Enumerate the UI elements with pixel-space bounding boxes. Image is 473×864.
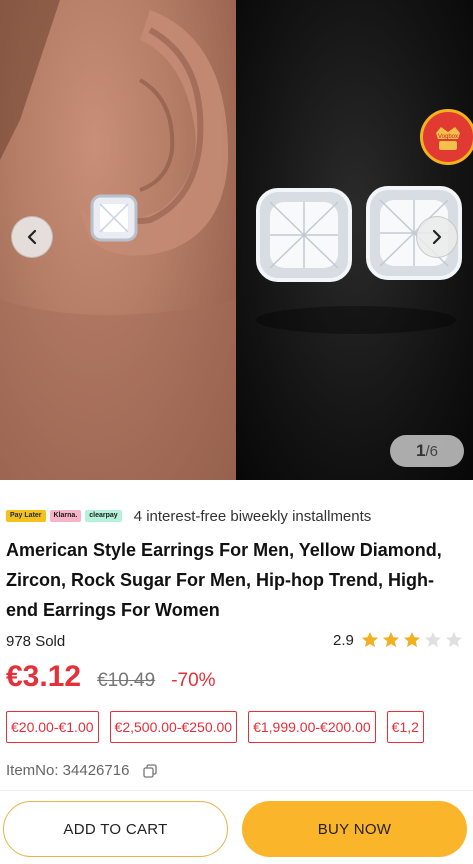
brand-badge-label: Vogbox xyxy=(438,134,458,140)
brand-badge[interactable]: Vogbox xyxy=(420,109,473,165)
paylater-logo: Pay Later xyxy=(6,510,46,522)
coupon-chip[interactable]: €1,2 xyxy=(386,711,424,743)
product-rating[interactable]: 2.9 xyxy=(333,631,463,649)
buy-now-button[interactable]: BUY NOW xyxy=(242,801,467,857)
bottom-action-bar: ADD TO CART BUY NOW xyxy=(0,790,473,864)
sold-count: 978 Sold xyxy=(6,633,66,650)
gallery-page-total: /6 xyxy=(425,442,438,460)
discount-badge: -70% xyxy=(171,670,216,691)
star-icon xyxy=(424,632,441,647)
price-current: €3.12 xyxy=(6,660,82,693)
clearpay-logo: clearpay xyxy=(85,510,122,522)
gallery-page-counter: 1/6 xyxy=(390,435,464,467)
coupon-chip[interactable]: €20.00-€1.00 xyxy=(6,711,99,743)
price-original: €10.49 xyxy=(97,670,156,691)
gallery-page-current: 1 xyxy=(416,441,426,460)
product-title: American Style Earrings For Men, Yellow … xyxy=(6,540,442,620)
star-icon xyxy=(361,632,378,647)
item-number: ItemNo: 34426716 xyxy=(6,762,158,779)
product-image-gallery[interactable]: Vogbox 1/6 xyxy=(0,0,473,480)
item-number-text: ItemNo: 34426716 xyxy=(6,762,130,779)
crown-gift-icon: Vogbox xyxy=(436,127,460,150)
chevron-right-icon xyxy=(432,229,442,245)
chevron-left-icon xyxy=(27,229,37,245)
star-icon xyxy=(382,632,399,647)
copy-icon[interactable] xyxy=(143,763,158,778)
rating-value: 2.9 xyxy=(333,631,354,649)
add-to-cart-button[interactable]: ADD TO CART xyxy=(3,801,228,857)
installments-text: 4 interest-free biweekly installments xyxy=(133,507,372,525)
earring-stud-icon xyxy=(90,194,138,242)
price-row: €3.12 €10.49 -70% xyxy=(6,660,216,694)
earring-stud-left-icon xyxy=(256,188,352,282)
installments-banner[interactable]: Pay Later Klarna. clearpay 4 interest-fr… xyxy=(6,505,371,527)
gallery-next-button[interactable] xyxy=(416,216,458,258)
rating-stars xyxy=(361,631,463,649)
klarna-logo: Klarna. xyxy=(49,510,82,522)
coupon-chip[interactable]: €2,500.00-€250.00 xyxy=(109,711,238,743)
star-icon xyxy=(403,632,420,647)
coupon-list[interactable]: €20.00-€1.00 €2,500.00-€250.00 €1,999.00… xyxy=(6,711,473,743)
star-icon xyxy=(445,632,462,647)
coupon-chip[interactable]: €1,999.00-€200.00 xyxy=(248,711,376,743)
gallery-prev-button[interactable] xyxy=(11,216,53,258)
